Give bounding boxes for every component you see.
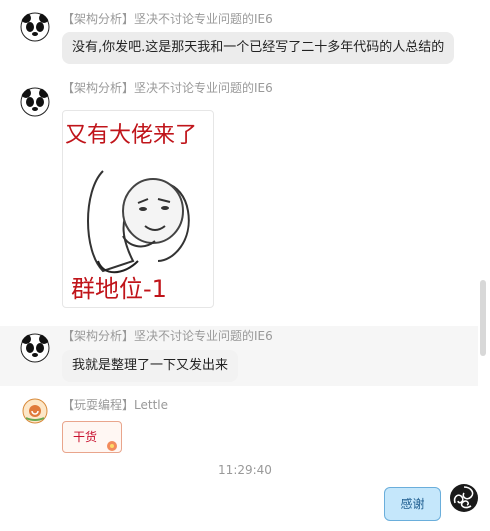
message-bubble[interactable]: 没有,你发吧.这是那天我和一个已经写了二十多年代码的人总结的 (62, 32, 455, 64)
sender-name: 【架构分析】坚决不讨论专业问题的IE6 (62, 329, 273, 343)
sender-name: 【玩耍编程】Lettle (62, 398, 168, 412)
sticker-caption-bottom: 群地位-1 (71, 275, 167, 303)
flower-sticker-icon (107, 441, 117, 451)
scrollbar-thumb[interactable] (480, 280, 486, 356)
message-bubble[interactable]: 我就是整理了一下又发出来 (62, 350, 239, 382)
timestamp: 11:29:40 (218, 463, 272, 477)
panda-face-icon[interactable] (20, 12, 50, 42)
panda-face-icon[interactable] (20, 87, 50, 117)
sticker-image[interactable]: 又有大佬来了 群地位-1 (62, 110, 214, 308)
snail-icon[interactable] (22, 398, 48, 424)
message-bubble[interactable]: 感谢 (384, 487, 441, 521)
swirl-icon[interactable] (449, 483, 479, 513)
panda-face-icon[interactable] (20, 333, 50, 363)
scrollbar-track[interactable] (480, 0, 488, 531)
sender-name: 【架构分析】坚决不讨论专业问题的IE6 (62, 12, 273, 26)
sender-name: 【架构分析】坚决不讨论专业问题的IE6 (62, 81, 273, 95)
